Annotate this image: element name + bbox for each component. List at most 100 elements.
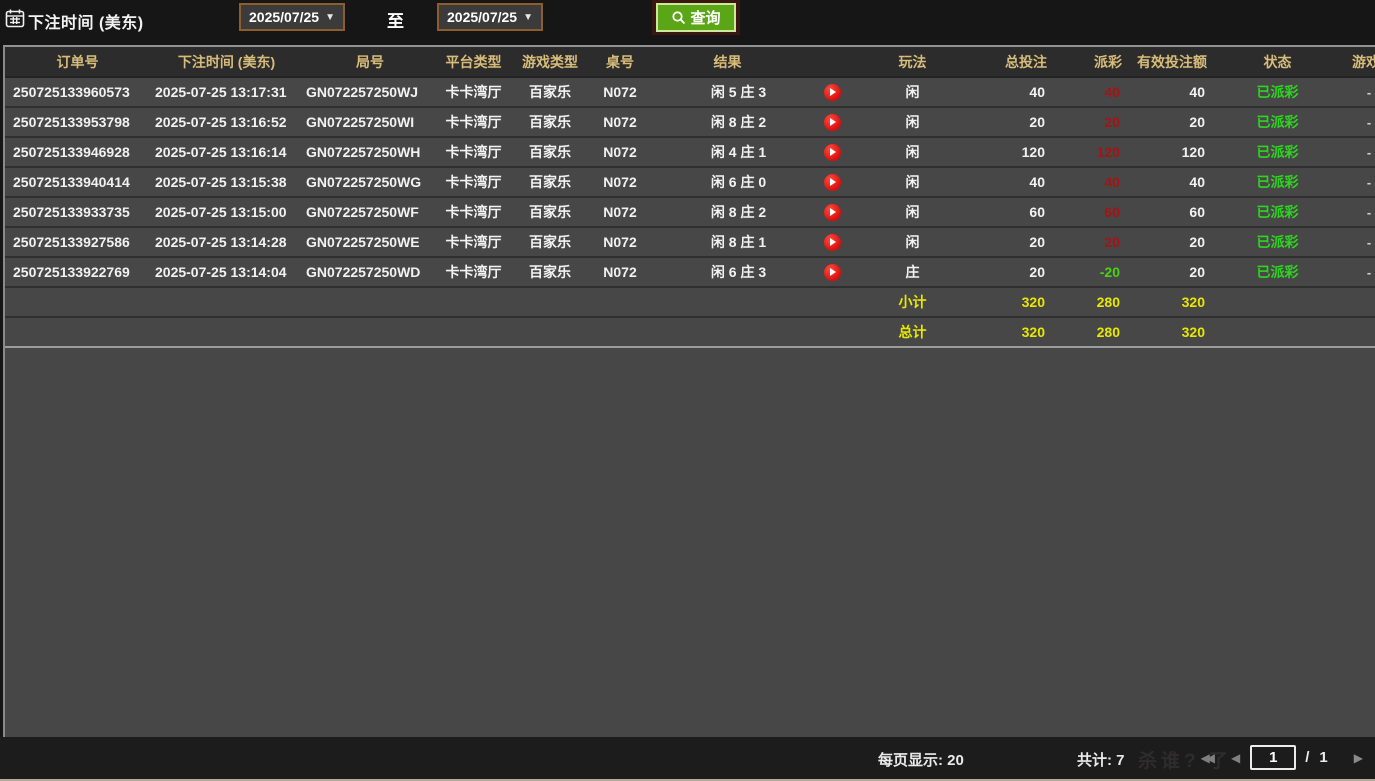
play-video-icon[interactable]	[824, 174, 841, 191]
col-header-game-mode: 游戏模式	[1335, 47, 1375, 77]
play-video-icon[interactable]	[824, 264, 841, 281]
cell-total-bet: 40	[965, 167, 1060, 197]
date-to-value: 2025/07/25	[447, 9, 517, 25]
cell-bet-time: 2025-07-25 13:16:52	[150, 107, 303, 137]
cell-total-bet: 120	[965, 137, 1060, 167]
cell-video	[805, 197, 860, 227]
play-video-icon[interactable]	[824, 204, 841, 221]
cell-round-id: GN072257250WG	[303, 167, 437, 197]
cell-payout: 40	[1060, 167, 1135, 197]
cell-game-type: 百家乐	[510, 227, 590, 257]
cell-status: 已派彩	[1220, 197, 1335, 227]
cell-bet-time: 2025-07-25 13:16:14	[150, 137, 303, 167]
first-page-icon[interactable]: ◀◀	[1201, 751, 1215, 765]
cell-play: 闲	[860, 77, 965, 107]
next-page-icon[interactable]: ▶	[1354, 751, 1363, 765]
grand-total-total-bet: 320	[965, 317, 1060, 347]
col-header-result: 结果	[650, 47, 805, 77]
cell-table-no: N072	[590, 227, 650, 257]
cell-valid-bet: 120	[1135, 137, 1220, 167]
cell-platform: 卡卡湾厅	[437, 107, 510, 137]
grand-total-payout: 280	[1060, 317, 1135, 347]
cell-status: 已派彩	[1220, 77, 1335, 107]
cell-video	[805, 107, 860, 137]
cell-bet-time: 2025-07-25 13:14:04	[150, 257, 303, 287]
cell-game-mode: -	[1335, 107, 1375, 137]
cell-result: 闲 8 庄 2	[650, 197, 805, 227]
cell-play: 庄	[860, 257, 965, 287]
cell-order-id: 250725133940414	[5, 167, 150, 197]
col-header-round-id: 局号	[303, 47, 437, 77]
cell-round-id: GN072257250WD	[303, 257, 437, 287]
cell-play: 闲	[860, 107, 965, 137]
cell-result: 闲 8 庄 2	[650, 107, 805, 137]
bet-history-screen: 下注时间 (美东) 2025/07/25 ▼ 至 2025/07/25 ▼ 查询	[0, 0, 1375, 781]
grand-total-label: 总计	[860, 317, 965, 347]
cell-status: 已派彩	[1220, 167, 1335, 197]
cell-bet-time: 2025-07-25 13:14:28	[150, 227, 303, 257]
play-video-icon[interactable]	[824, 114, 841, 131]
table-row: 250725133933735 2025-07-25 13:15:00 GN07…	[5, 197, 1375, 227]
date-to-select[interactable]: 2025/07/25 ▼	[437, 3, 543, 31]
cell-video	[805, 227, 860, 257]
total-pages-label: 1	[1319, 749, 1327, 766]
per-page-label: 每页显示: 20	[878, 749, 964, 770]
cell-order-id: 250725133922769	[5, 257, 150, 287]
chevron-down-icon: ▼	[523, 12, 533, 23]
col-header-video	[805, 47, 860, 77]
cell-payout: 20	[1060, 227, 1135, 257]
cell-payout: 60	[1060, 197, 1135, 227]
cell-game-mode: -	[1335, 197, 1375, 227]
search-icon	[671, 10, 687, 26]
cell-valid-bet: 40	[1135, 77, 1220, 107]
cell-status: 已派彩	[1220, 257, 1335, 287]
cell-round-id: GN072257250WE	[303, 227, 437, 257]
cell-play: 闲	[860, 167, 965, 197]
cell-play: 闲	[860, 137, 965, 167]
bet-history-table: 订单号 下注时间 (美东) 局号 平台类型 游戏类型 桌号 结果 玩法 总投注 …	[3, 45, 1375, 737]
cell-total-bet: 20	[965, 227, 1060, 257]
calendar-icon	[5, 8, 25, 28]
cell-game-mode: -	[1335, 137, 1375, 167]
prev-page-icon[interactable]: ◀	[1231, 751, 1240, 765]
cell-table-no: N072	[590, 257, 650, 287]
col-header-status: 状态	[1220, 47, 1335, 77]
cell-payout: -20	[1060, 257, 1135, 287]
cell-valid-bet: 60	[1135, 197, 1220, 227]
col-header-play: 玩法	[860, 47, 965, 77]
page-number-input[interactable]	[1250, 745, 1296, 770]
cell-total-bet: 20	[965, 257, 1060, 287]
play-video-icon[interactable]	[824, 144, 841, 161]
cell-table-no: N072	[590, 107, 650, 137]
table-row: 250725133960573 2025-07-25 13:17:31 GN07…	[5, 77, 1375, 107]
play-video-icon[interactable]	[824, 234, 841, 251]
table-body: 250725133960573 2025-07-25 13:17:31 GN07…	[5, 77, 1375, 287]
subtotal-payout: 280	[1060, 287, 1135, 317]
cell-platform: 卡卡湾厅	[437, 227, 510, 257]
cell-payout: 120	[1060, 137, 1135, 167]
query-button[interactable]: 查询	[656, 3, 736, 32]
cell-result: 闲 5 庄 3	[650, 77, 805, 107]
cell-status: 已派彩	[1220, 227, 1335, 257]
query-button-label: 查询	[690, 7, 720, 28]
col-header-bet-time: 下注时间 (美东)	[150, 47, 303, 77]
cell-game-type: 百家乐	[510, 257, 590, 287]
cell-payout: 20	[1060, 107, 1135, 137]
cell-table-no: N072	[590, 167, 650, 197]
subtotal-valid-bet: 320	[1135, 287, 1220, 317]
date-from-select[interactable]: 2025/07/25 ▼	[239, 3, 345, 31]
cell-play: 闲	[860, 197, 965, 227]
grand-total-valid-bet: 320	[1135, 317, 1220, 347]
play-video-icon[interactable]	[824, 84, 841, 101]
cell-order-id: 250725133946928	[5, 137, 150, 167]
cell-video	[805, 167, 860, 197]
cell-game-type: 百家乐	[510, 77, 590, 107]
cell-video	[805, 77, 860, 107]
cell-order-id: 250725133927586	[5, 227, 150, 257]
cell-total-bet: 20	[965, 107, 1060, 137]
page-title: 下注时间 (美东)	[28, 9, 144, 33]
col-header-platform: 平台类型	[437, 47, 510, 77]
cell-platform: 卡卡湾厅	[437, 257, 510, 287]
date-range-to-label: 至	[387, 7, 404, 32]
cell-platform: 卡卡湾厅	[437, 167, 510, 197]
